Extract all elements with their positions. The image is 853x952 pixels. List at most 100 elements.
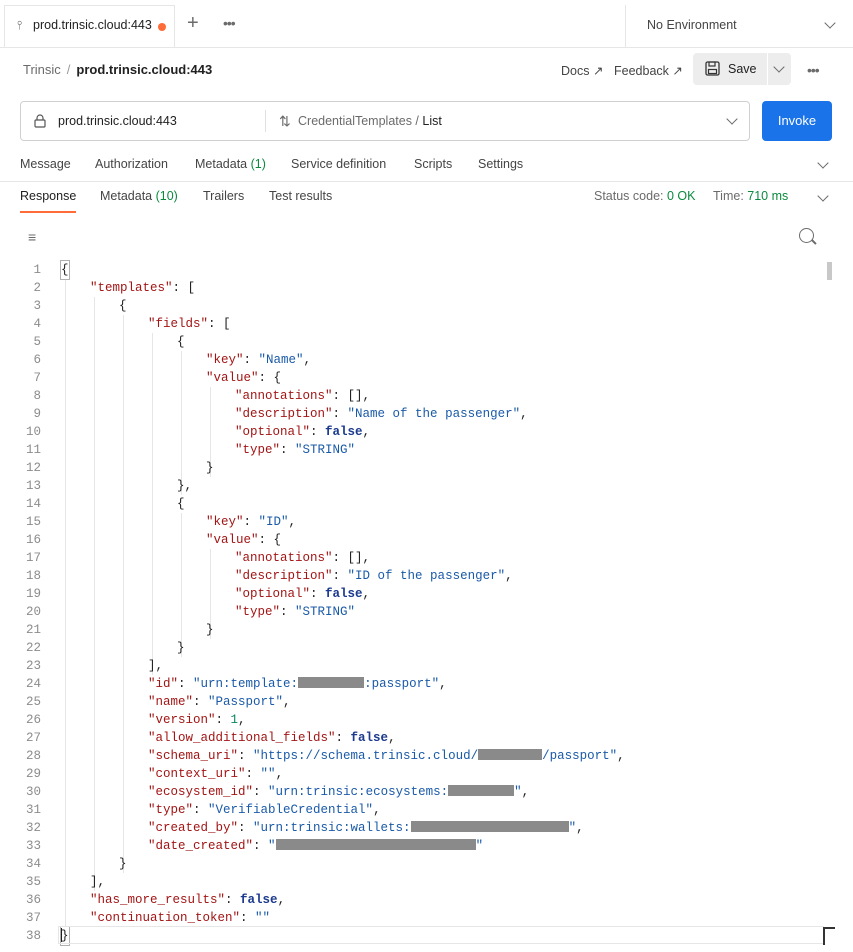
status-value: 0 OK	[666, 189, 696, 203]
line-number: 20	[25, 605, 41, 619]
request-url-bar[interactable]: prod.trinsic.cloud:443 ⇅ CredentialTempl…	[20, 101, 750, 141]
response-metadata-count: (10)	[155, 189, 178, 203]
code-token: "optional"	[235, 425, 311, 439]
time-value: 710 ms	[747, 189, 789, 203]
code-token: "urn:template:	[193, 677, 299, 691]
code-token: "type"	[235, 605, 281, 619]
breadcrumb-parent[interactable]: Trinsic	[23, 62, 61, 77]
tab-service-definition[interactable]: Service definition	[291, 157, 386, 171]
feedback-link[interactable]: Feedback ↗	[614, 63, 683, 78]
tab-authorization[interactable]: Authorization	[95, 157, 168, 171]
line-number: 21	[25, 623, 41, 637]
tab-scripts[interactable]: Scripts	[414, 157, 452, 171]
request-tab[interactable]: ⫯ prod.trinsic.cloud:443	[4, 5, 175, 47]
code-token: "has_more_results"	[90, 893, 226, 907]
code-token: "key"	[206, 353, 244, 367]
code-token: :	[332, 407, 348, 421]
code-token: "description"	[235, 407, 333, 421]
code-token: ,	[373, 803, 381, 817]
code-token: : {	[258, 371, 282, 385]
code-token: "id"	[148, 677, 179, 691]
text-cursor	[61, 928, 62, 942]
method-selector[interactable]: CredentialTemplates / List	[298, 114, 442, 128]
time-label: Time:	[713, 189, 744, 203]
status-label: Status code:	[594, 189, 664, 203]
code-text: "value": {	[206, 531, 281, 549]
docs-link[interactable]: Docs ↗	[561, 63, 603, 78]
tab-response[interactable]: Response	[20, 189, 76, 203]
tab-test-results[interactable]: Test results	[269, 189, 332, 203]
code-text: "type": "VerifiableCredential",	[148, 801, 381, 819]
line-number: 1	[33, 263, 41, 277]
code-token: "annotations"	[235, 389, 333, 403]
line-number: 31	[25, 803, 41, 817]
code-token: "STRING"	[295, 605, 356, 619]
line-number: 5	[33, 335, 41, 349]
code-text: ],	[90, 873, 105, 891]
code-token: "description"	[235, 569, 333, 583]
code-text: "allow_additional_fields": false,	[148, 729, 396, 747]
code-token: ,	[439, 677, 447, 691]
word-wrap-icon[interactable]: ≡	[28, 229, 36, 245]
redacted-block	[448, 785, 515, 796]
tab-metadata-count: (1)	[250, 157, 266, 171]
url-divider	[265, 110, 266, 132]
invoke-button[interactable]: Invoke	[762, 101, 832, 141]
indent-guide	[65, 279, 66, 927]
new-tab-plus-icon[interactable]: +	[187, 13, 199, 33]
tab-message[interactable]: Message	[20, 157, 71, 171]
code-token: ,	[303, 353, 312, 367]
code-text: ],	[148, 657, 163, 675]
code-token: ],	[90, 875, 106, 889]
more-tabs-icon[interactable]: •••	[223, 15, 236, 31]
line-number: 28	[25, 749, 41, 763]
save-button[interactable]: Save	[693, 53, 767, 85]
code-token: ],	[148, 659, 164, 673]
code-token: ,	[576, 821, 584, 835]
code-token: :	[243, 353, 259, 367]
search-icon[interactable]	[799, 228, 814, 243]
tab-response-metadata[interactable]: Metadata (10)	[100, 189, 178, 203]
code-text: "optional": false,	[235, 585, 370, 603]
code-token: {	[177, 335, 185, 349]
scrollbar-thumb[interactable]	[827, 262, 832, 280]
code-token: "	[514, 785, 522, 799]
line-number: 13	[25, 479, 41, 493]
code-text: "ecosystem_id": "urn:trinsic:ecosystems:…	[148, 783, 529, 801]
tab-trailers[interactable]: Trailers	[203, 189, 244, 203]
tab-settings[interactable]: Settings	[478, 157, 523, 171]
save-options-button[interactable]	[768, 53, 791, 85]
more-options-icon[interactable]: •••	[807, 62, 820, 78]
tab-metadata[interactable]: Metadata (1)	[195, 157, 266, 171]
url-input[interactable]: prod.trinsic.cloud:443	[58, 114, 177, 128]
collapse-request-chevron-icon[interactable]	[817, 157, 829, 169]
line-number: 8	[33, 389, 41, 403]
line-number: 18	[25, 569, 41, 583]
code-token: : [],	[332, 389, 371, 403]
method-name: List	[422, 114, 442, 128]
code-token: :	[253, 785, 269, 799]
status-code: Status code: 0 OK	[594, 189, 695, 203]
code-text: {	[60, 260, 70, 280]
code-token: ,	[288, 515, 297, 529]
breadcrumb: Trinsic / prod.trinsic.cloud:443	[23, 62, 212, 77]
scrollbar-corner	[823, 927, 835, 945]
indent-guide	[181, 351, 182, 495]
line-number: 34	[25, 857, 41, 871]
code-token: false	[350, 731, 389, 745]
code-token: ,	[520, 407, 528, 421]
code-token: ,	[275, 767, 284, 781]
line-number: 26	[25, 713, 41, 727]
line-number: 38	[25, 929, 41, 943]
code-token: : [	[208, 317, 231, 331]
line-number: 10	[25, 425, 41, 439]
indent-guide	[152, 333, 153, 675]
code-token: "key"	[206, 515, 244, 529]
line-number: 24	[25, 677, 41, 691]
line-number: 25	[25, 695, 41, 709]
code-token: "annotations"	[235, 551, 333, 565]
current-line-highlight	[58, 926, 824, 944]
environment-selector[interactable]: No Environment	[625, 5, 853, 47]
indent-guide	[94, 297, 95, 891]
lock-icon	[34, 114, 46, 128]
